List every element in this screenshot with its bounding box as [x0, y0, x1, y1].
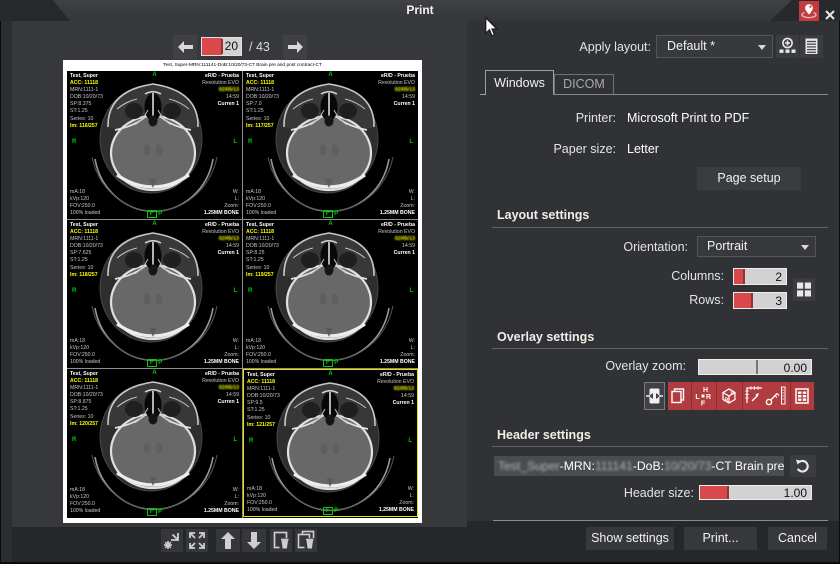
svg-text:F: F: [701, 401, 706, 408]
svg-text:R: R: [706, 394, 711, 401]
svg-text:R: R: [731, 391, 735, 397]
svg-text:R: R: [725, 398, 729, 404]
svg-text:L: L: [695, 394, 700, 401]
